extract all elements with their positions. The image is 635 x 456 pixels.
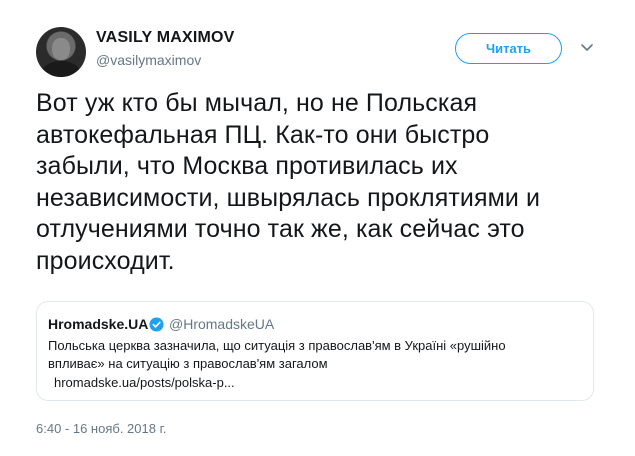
quoted-text-line: впливає» на ситуацію з православ'ям зага…	[48, 356, 328, 371]
tweet-line: Вот уж кто бы мычал, но не Польская	[36, 89, 478, 117]
quoted-text: Польська церква зазначила, що ситуація з…	[48, 337, 568, 373]
author-name[interactable]: VASILY MAXIMOV	[96, 29, 235, 47]
avatar-face	[52, 38, 70, 60]
tweet-line: происходит.	[36, 246, 175, 275]
quoted-tweet-card[interactable]: Hromadske.UA @HromadskeUA Польська церкв…	[36, 301, 594, 401]
quoted-author-handle: @HromadskeUA	[169, 316, 275, 332]
tweet-line: независимости, швырялась проклятиями и	[36, 183, 541, 212]
tweet-text: Вот уж кто бы мычал, но не Польская авто…	[36, 88, 606, 277]
tweet-line: отлучениями точно так же, как сейчас это	[36, 215, 525, 243]
avatar[interactable]	[36, 27, 86, 77]
avatar-shoulders	[40, 61, 82, 77]
verified-badge-icon	[149, 317, 164, 332]
chevron-down-icon[interactable]	[580, 40, 594, 54]
author-handle[interactable]: @vasilymaximov	[96, 52, 201, 68]
quoted-link[interactable]: hromadske.ua/posts/polska-p...	[54, 375, 235, 390]
tweet-line: забыли, что Москва противилась их	[36, 152, 458, 180]
quoted-text-line: Польська церква зазначила, що ситуація з…	[48, 338, 506, 353]
tweet-timestamp[interactable]: 6:40 - 16 нояб. 2018 г.	[36, 421, 166, 436]
quoted-author-name: Hromadske.UA	[48, 316, 149, 332]
tweet-line: автокефальная ПЦ. Как-то они быстро	[36, 120, 490, 149]
follow-button[interactable]: Читать	[455, 33, 562, 64]
